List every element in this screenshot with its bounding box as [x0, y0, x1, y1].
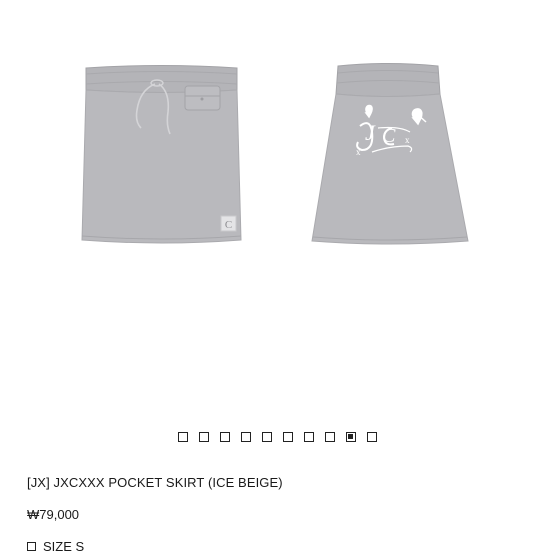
- svg-text:x: x: [405, 135, 410, 145]
- svg-text:C: C: [382, 125, 396, 147]
- skirt-images: C J C x x: [81, 63, 469, 245]
- gallery-dot-2[interactable]: [198, 432, 209, 442]
- size-option-label: SIZE S: [43, 539, 85, 554]
- product-title: [JX] JXCXXX POCKET SKIRT (ICE BEIGE): [27, 475, 283, 490]
- gallery-dot-7[interactable]: [303, 432, 314, 442]
- gallery-dot-6[interactable]: [282, 432, 293, 442]
- svg-text:J: J: [365, 120, 376, 145]
- svg-text:C: C: [225, 219, 232, 231]
- gallery-dot-9[interactable]: [345, 432, 356, 442]
- gallery-dot-5[interactable]: [261, 432, 272, 442]
- skirt-front-image: C: [81, 65, 242, 244]
- skirt-back-image: J C x x: [311, 63, 469, 245]
- gallery-dot-8[interactable]: [324, 432, 335, 442]
- gallery-dot-3[interactable]: [219, 432, 230, 442]
- svg-text:x: x: [356, 147, 361, 157]
- size-option[interactable]: SIZE S: [27, 539, 84, 554]
- gallery-pagination: [0, 432, 554, 442]
- product-image: C J C x x: [0, 0, 554, 420]
- gallery-dot-10[interactable]: [366, 432, 377, 442]
- size-checkbox[interactable]: [27, 542, 36, 551]
- gallery-dot-4[interactable]: [240, 432, 251, 442]
- gallery-dot-1[interactable]: [177, 432, 188, 442]
- product-price: ₩79,000: [27, 507, 80, 522]
